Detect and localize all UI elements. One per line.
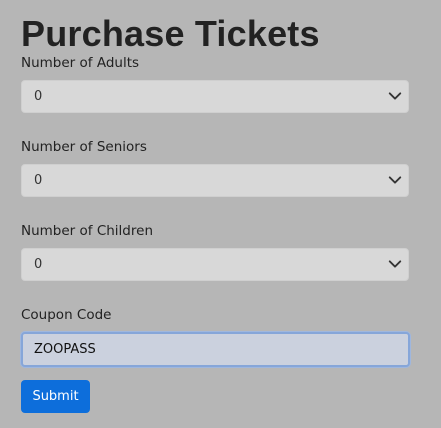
children-label: Number of Children (21, 223, 153, 239)
adults-select-wrapper: 0 (21, 80, 409, 113)
children-field-group: Number of Children 0 (21, 222, 410, 281)
seniors-label: Number of Seniors (21, 139, 147, 155)
seniors-select-wrapper: 0 (21, 164, 409, 197)
seniors-field-group: Number of Seniors 0 (21, 138, 410, 197)
children-select[interactable]: 0 (21, 248, 409, 281)
adults-field-group: Number of Adults 0 (21, 54, 410, 113)
submit-button[interactable]: Submit (21, 380, 90, 413)
seniors-select[interactable]: 0 (21, 164, 409, 197)
page-title: Purchase Tickets (21, 13, 320, 54)
coupon-code-label: Coupon Code (21, 307, 112, 323)
children-select-wrapper: 0 (21, 248, 409, 281)
coupon-code-input[interactable] (21, 332, 410, 367)
ticket-purchase-page: Purchase Tickets Number of Adults 0 Numb… (21, 0, 410, 413)
adults-select[interactable]: 0 (21, 80, 409, 113)
adults-label: Number of Adults (21, 55, 140, 71)
coupon-field-group: Coupon Code (21, 306, 410, 367)
